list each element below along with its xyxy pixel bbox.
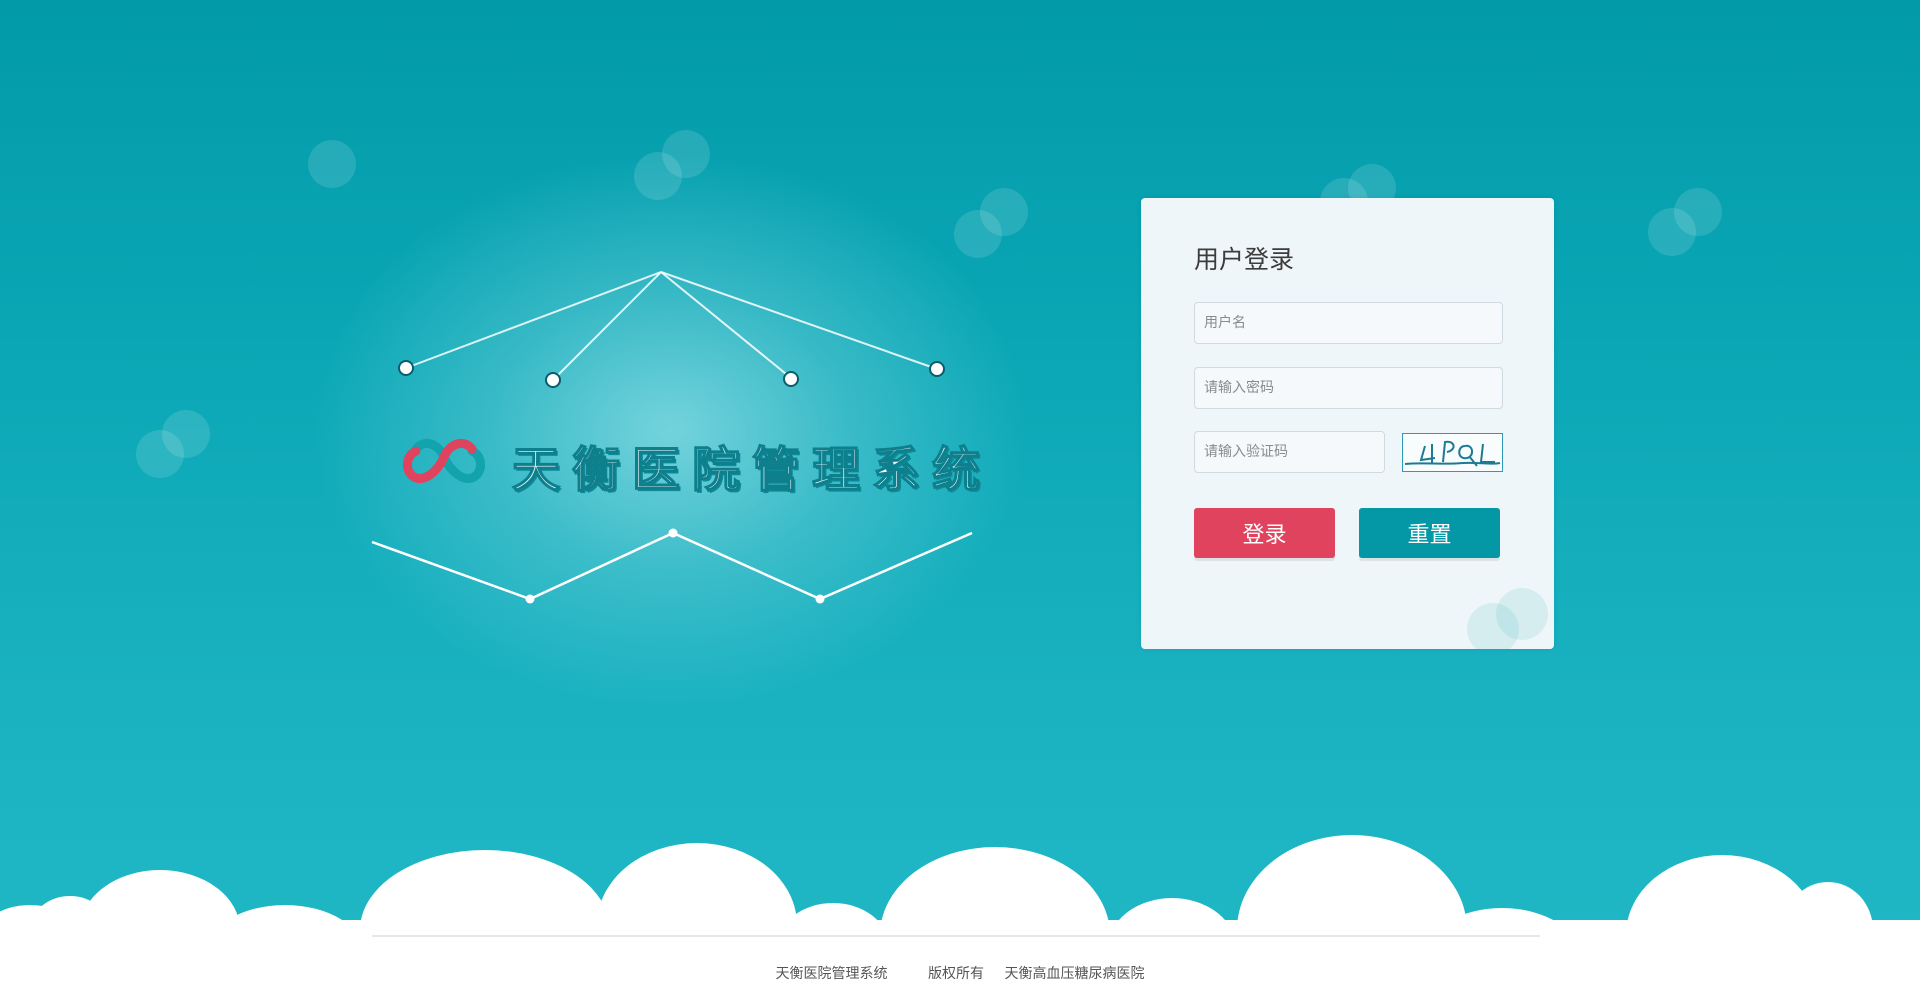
captcha-glyphs	[1404, 440, 1501, 467]
footer-hospital-name: 天衡高血压糖尿病医院	[1004, 966, 1145, 982]
footer-system-name: 天衡医院管理系统	[775, 966, 888, 982]
password-input[interactable]	[1194, 367, 1503, 409]
brand-header: 天衡医院管理系统	[402, 430, 992, 500]
captcha-input[interactable]	[1194, 431, 1385, 473]
footer-copyright: 版权所有	[928, 966, 984, 982]
bokeh-circle	[1467, 603, 1519, 649]
login-heading: 用户登录	[1194, 245, 1295, 274]
login-page: 天衡医院管理系统 用户登录 登录 重置	[0, 0, 1920, 1000]
login-button[interactable]: 登录	[1194, 508, 1335, 558]
login-card: 用户登录 登录 重置	[1141, 198, 1554, 649]
footer-divider	[372, 935, 1540, 937]
heart-chain-logo-icon	[403, 438, 485, 483]
reset-button[interactable]: 重置	[1359, 508, 1500, 558]
username-input[interactable]	[1194, 302, 1503, 344]
footer: 天衡医院管理系统 版权所有 天衡高血压糖尿病医院	[0, 963, 1920, 983]
captcha-image[interactable]	[1402, 433, 1503, 472]
system-title: 天衡医院管理系统	[511, 441, 993, 499]
